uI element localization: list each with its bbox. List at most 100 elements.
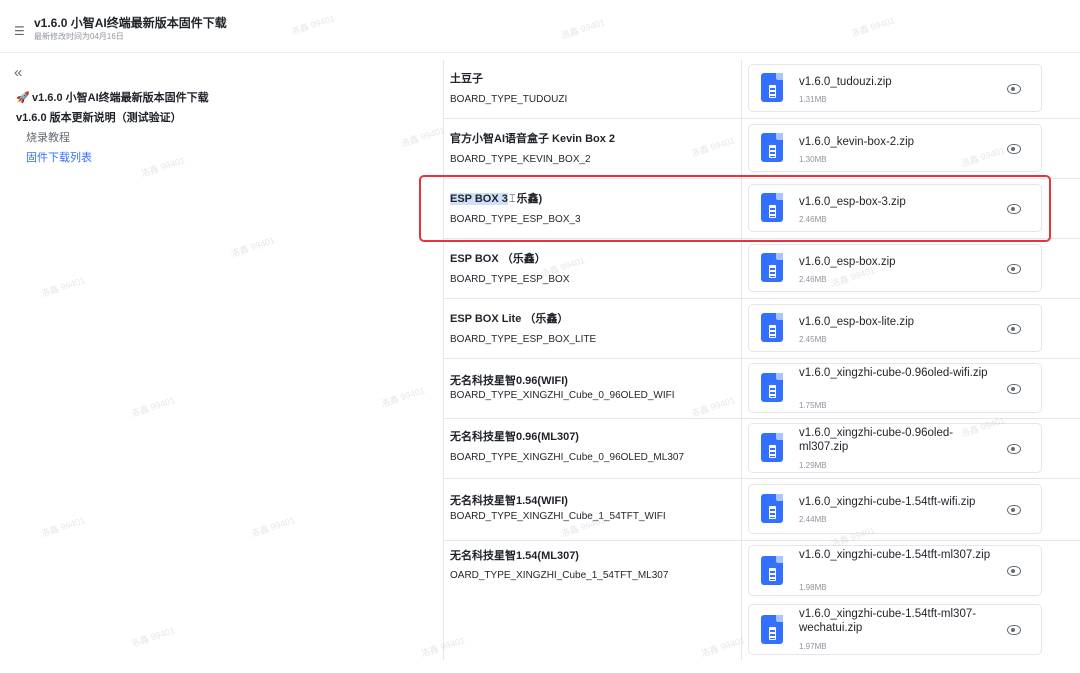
preview-eye-icon[interactable]	[1007, 505, 1021, 515]
board-type: BOARD_TYPE_KEVIN_BOX_2	[450, 154, 591, 165]
board-name: 无名科技星智1.54(WIFI)	[450, 495, 568, 507]
file-name: v1.6.0_xingzhi-cube-1.54tft-ml307.zip	[799, 549, 991, 561]
table-row: 无名科技星智1.54(WIFI) BOARD_TYPE_XINGZHI_Cube…	[444, 478, 1080, 541]
firmware-table: 土豆子 BOARD_TYPE_TUDOUZI v1.6.0_tudouzi.zi…	[443, 60, 1080, 660]
table-row: ESP BOX 3⌶乐鑫) BOARD_TYPE_ESP_BOX_3 v1.6.…	[444, 178, 1080, 239]
outline-item-title[interactable]: 🚀 v1.6.0 小智AI终端最新版本固件下载	[16, 88, 426, 108]
board-type: BOARD_TYPE_ESP_BOX_LITE	[450, 334, 597, 345]
board-cell: ESP BOX （乐鑫） BOARD_TYPE_ESP_BOX	[444, 238, 742, 298]
file-name: v1.6.0_esp-box-3.zip	[799, 196, 906, 208]
board-name: 官方小智AI语音盒子 Kevin Box 2	[450, 133, 616, 145]
board-cell: 无名科技星智1.54(ML307) OARD_TYPE_XINGZHI_Cube…	[444, 540, 742, 660]
board-cell: 无名科技星智0.96(ML307) BOARD_TYPE_XINGZHI_Cub…	[444, 418, 742, 478]
file-name: v1.6.0_tudouzi.zip	[799, 76, 892, 88]
board-cell: 官方小智AI语音盒子 Kevin Box 2 BOARD_TYPE_KEVIN_…	[444, 118, 742, 178]
file-attachment[interactable]: v1.6.0_xingzhi-cube-0.96oled-wifi.zip 1.…	[748, 363, 1042, 413]
file-size: 2.46MB	[799, 275, 827, 284]
doc-title: v1.6.0 小智AI终端最新版本固件下载	[34, 16, 227, 30]
file-attachment[interactable]: v1.6.0_xingzhi-cube-1.54tft-ml307.zip 1.…	[748, 545, 1042, 596]
board-cell: 土豆子 BOARD_TYPE_TUDOUZI	[444, 60, 742, 118]
zip-file-icon	[761, 494, 783, 523]
file-attachment[interactable]: v1.6.0_kevin-box-2.zip 1.30MB	[748, 124, 1042, 172]
zip-file-icon	[761, 556, 783, 585]
file-name: v1.6.0_xingzhi-cube-1.54tft-wifi.zip	[799, 496, 976, 508]
table-row: 无名科技星智0.96(ML307) BOARD_TYPE_XINGZHI_Cub…	[444, 418, 1080, 479]
table-row: ESP BOX Lite （乐鑫） BOARD_TYPE_ESP_BOX_LIT…	[444, 298, 1080, 359]
file-name: v1.6.0_xingzhi-cube-0.96oled-ml307.zip	[799, 427, 954, 453]
preview-eye-icon[interactable]	[1007, 144, 1021, 154]
board-type: BOARD_TYPE_XINGZHI_Cube_1_54TFT_WIFI	[450, 511, 666, 522]
board-cell: ESP BOX Lite （乐鑫） BOARD_TYPE_ESP_BOX_LIT…	[444, 298, 742, 358]
board-name: 土豆子	[450, 73, 483, 85]
preview-eye-icon[interactable]	[1007, 204, 1021, 214]
board-type: BOARD_TYPE_TUDOUZI	[450, 94, 568, 105]
board-name: 无名科技星智0.96(WIFI)	[450, 375, 568, 387]
file-size: 1.75MB	[799, 401, 827, 410]
board-name: ESP BOX 3⌶乐鑫)	[450, 193, 543, 205]
doc-last-modified: 最新修改时间为04月16日	[34, 32, 124, 41]
file-name: v1.6.0_xingzhi-cube-0.96oled-wifi.zip	[799, 367, 988, 379]
table-row: 土豆子 BOARD_TYPE_TUDOUZI v1.6.0_tudouzi.zi…	[444, 60, 1080, 119]
file-size: 2.45MB	[799, 335, 827, 344]
collapse-sidebar-icon[interactable]: «	[14, 65, 22, 80]
table-row: 官方小智AI语音盒子 Kevin Box 2 BOARD_TYPE_KEVIN_…	[444, 118, 1080, 179]
text-cursor-icon: ⌶	[508, 193, 516, 205]
board-type: BOARD_TYPE_XINGZHI_Cube_0_96OLED_WIFI	[450, 390, 675, 401]
file-attachment[interactable]: v1.6.0_esp-box-lite.zip 2.45MB	[748, 304, 1042, 352]
board-cell: ESP BOX 3⌶乐鑫) BOARD_TYPE_ESP_BOX_3	[444, 178, 742, 238]
outline-sidebar: « 🚀 v1.6.0 小智AI终端最新版本固件下载 v1.6.0 版本更新说明（测…	[0, 52, 440, 673]
outline-item-firmware-list[interactable]: 固件下载列表	[16, 148, 426, 168]
doc-header: ☰ v1.6.0 小智AI终端最新版本固件下载 最新修改时间为04月16日	[0, 0, 1080, 53]
file-attachment[interactable]: v1.6.0_esp-box.zip 2.46MB	[748, 244, 1042, 292]
file-size: 1.29MB	[799, 461, 827, 470]
board-name: ESP BOX （乐鑫）	[450, 253, 546, 265]
table-row: ESP BOX （乐鑫） BOARD_TYPE_ESP_BOX v1.6.0_e…	[444, 238, 1080, 299]
file-attachment[interactable]: v1.6.0_tudouzi.zip 1.31MB	[748, 64, 1042, 112]
preview-eye-icon[interactable]	[1007, 625, 1021, 635]
zip-file-icon	[761, 193, 783, 222]
outline-item-flash-tutorial[interactable]: 烧录教程	[16, 128, 426, 148]
preview-eye-icon[interactable]	[1007, 444, 1021, 454]
file-size: 2.44MB	[799, 515, 827, 524]
board-cell: 无名科技星智0.96(WIFI) BOARD_TYPE_XINGZHI_Cube…	[444, 358, 742, 418]
file-attachment[interactable]: v1.6.0_xingzhi-cube-1.54tft-ml307-wechat…	[748, 604, 1042, 655]
file-size: 1.98MB	[799, 583, 827, 592]
zip-file-icon	[761, 373, 783, 402]
file-size: 1.31MB	[799, 95, 827, 104]
board-type: BOARD_TYPE_ESP_BOX	[450, 274, 570, 285]
preview-eye-icon[interactable]	[1007, 84, 1021, 94]
table-row: 无名科技星智1.54(ML307) OARD_TYPE_XINGZHI_Cube…	[444, 540, 1080, 660]
file-size: 1.30MB	[799, 155, 827, 164]
zip-file-icon	[761, 73, 783, 102]
board-name: ESP BOX Lite （乐鑫）	[450, 313, 569, 325]
board-name: 无名科技星智0.96(ML307)	[450, 431, 579, 443]
file-attachment[interactable]: v1.6.0_esp-box-3.zip 2.46MB	[748, 184, 1042, 232]
zip-file-icon	[761, 433, 783, 462]
preview-eye-icon[interactable]	[1007, 264, 1021, 274]
board-name: 无名科技星智1.54(ML307)	[450, 550, 579, 562]
zip-file-icon	[761, 313, 783, 342]
board-type: BOARD_TYPE_ESP_BOX_3	[450, 214, 581, 225]
file-attachment[interactable]: v1.6.0_xingzhi-cube-1.54tft-wifi.zip 2.4…	[748, 484, 1042, 534]
file-name: v1.6.0_esp-box-lite.zip	[799, 316, 915, 328]
preview-eye-icon[interactable]	[1007, 324, 1021, 334]
file-name: v1.6.0_xingzhi-cube-1.54tft-ml307-wechat…	[799, 608, 977, 634]
zip-file-icon	[761, 253, 783, 282]
preview-eye-icon[interactable]	[1007, 384, 1021, 394]
board-type: OARD_TYPE_XINGZHI_Cube_1_54TFT_ML307	[450, 570, 669, 581]
toc-menu-icon[interactable]: ☰	[14, 24, 28, 38]
table-row: 无名科技星智0.96(WIFI) BOARD_TYPE_XINGZHI_Cube…	[444, 358, 1080, 419]
zip-file-icon	[761, 615, 783, 644]
file-name: v1.6.0_esp-box.zip	[799, 256, 896, 268]
board-cell: 无名科技星智1.54(WIFI) BOARD_TYPE_XINGZHI_Cube…	[444, 478, 742, 540]
file-size: 2.46MB	[799, 215, 827, 224]
file-name: v1.6.0_kevin-box-2.zip	[799, 136, 915, 148]
outline-item-release-notes[interactable]: v1.6.0 版本更新说明（测试验证）	[16, 108, 426, 128]
selected-text: ESP BOX 3	[450, 193, 508, 205]
board-type: BOARD_TYPE_XINGZHI_Cube_0_96OLED_ML307	[450, 452, 685, 463]
rocket-icon: 🚀	[16, 92, 30, 104]
zip-file-icon	[761, 133, 783, 162]
file-attachment[interactable]: v1.6.0_xingzhi-cube-0.96oled-ml307.zip 1…	[748, 423, 1042, 473]
outline-list: 🚀 v1.6.0 小智AI终端最新版本固件下载 v1.6.0 版本更新说明（测试验…	[16, 88, 426, 168]
preview-eye-icon[interactable]	[1007, 566, 1021, 576]
